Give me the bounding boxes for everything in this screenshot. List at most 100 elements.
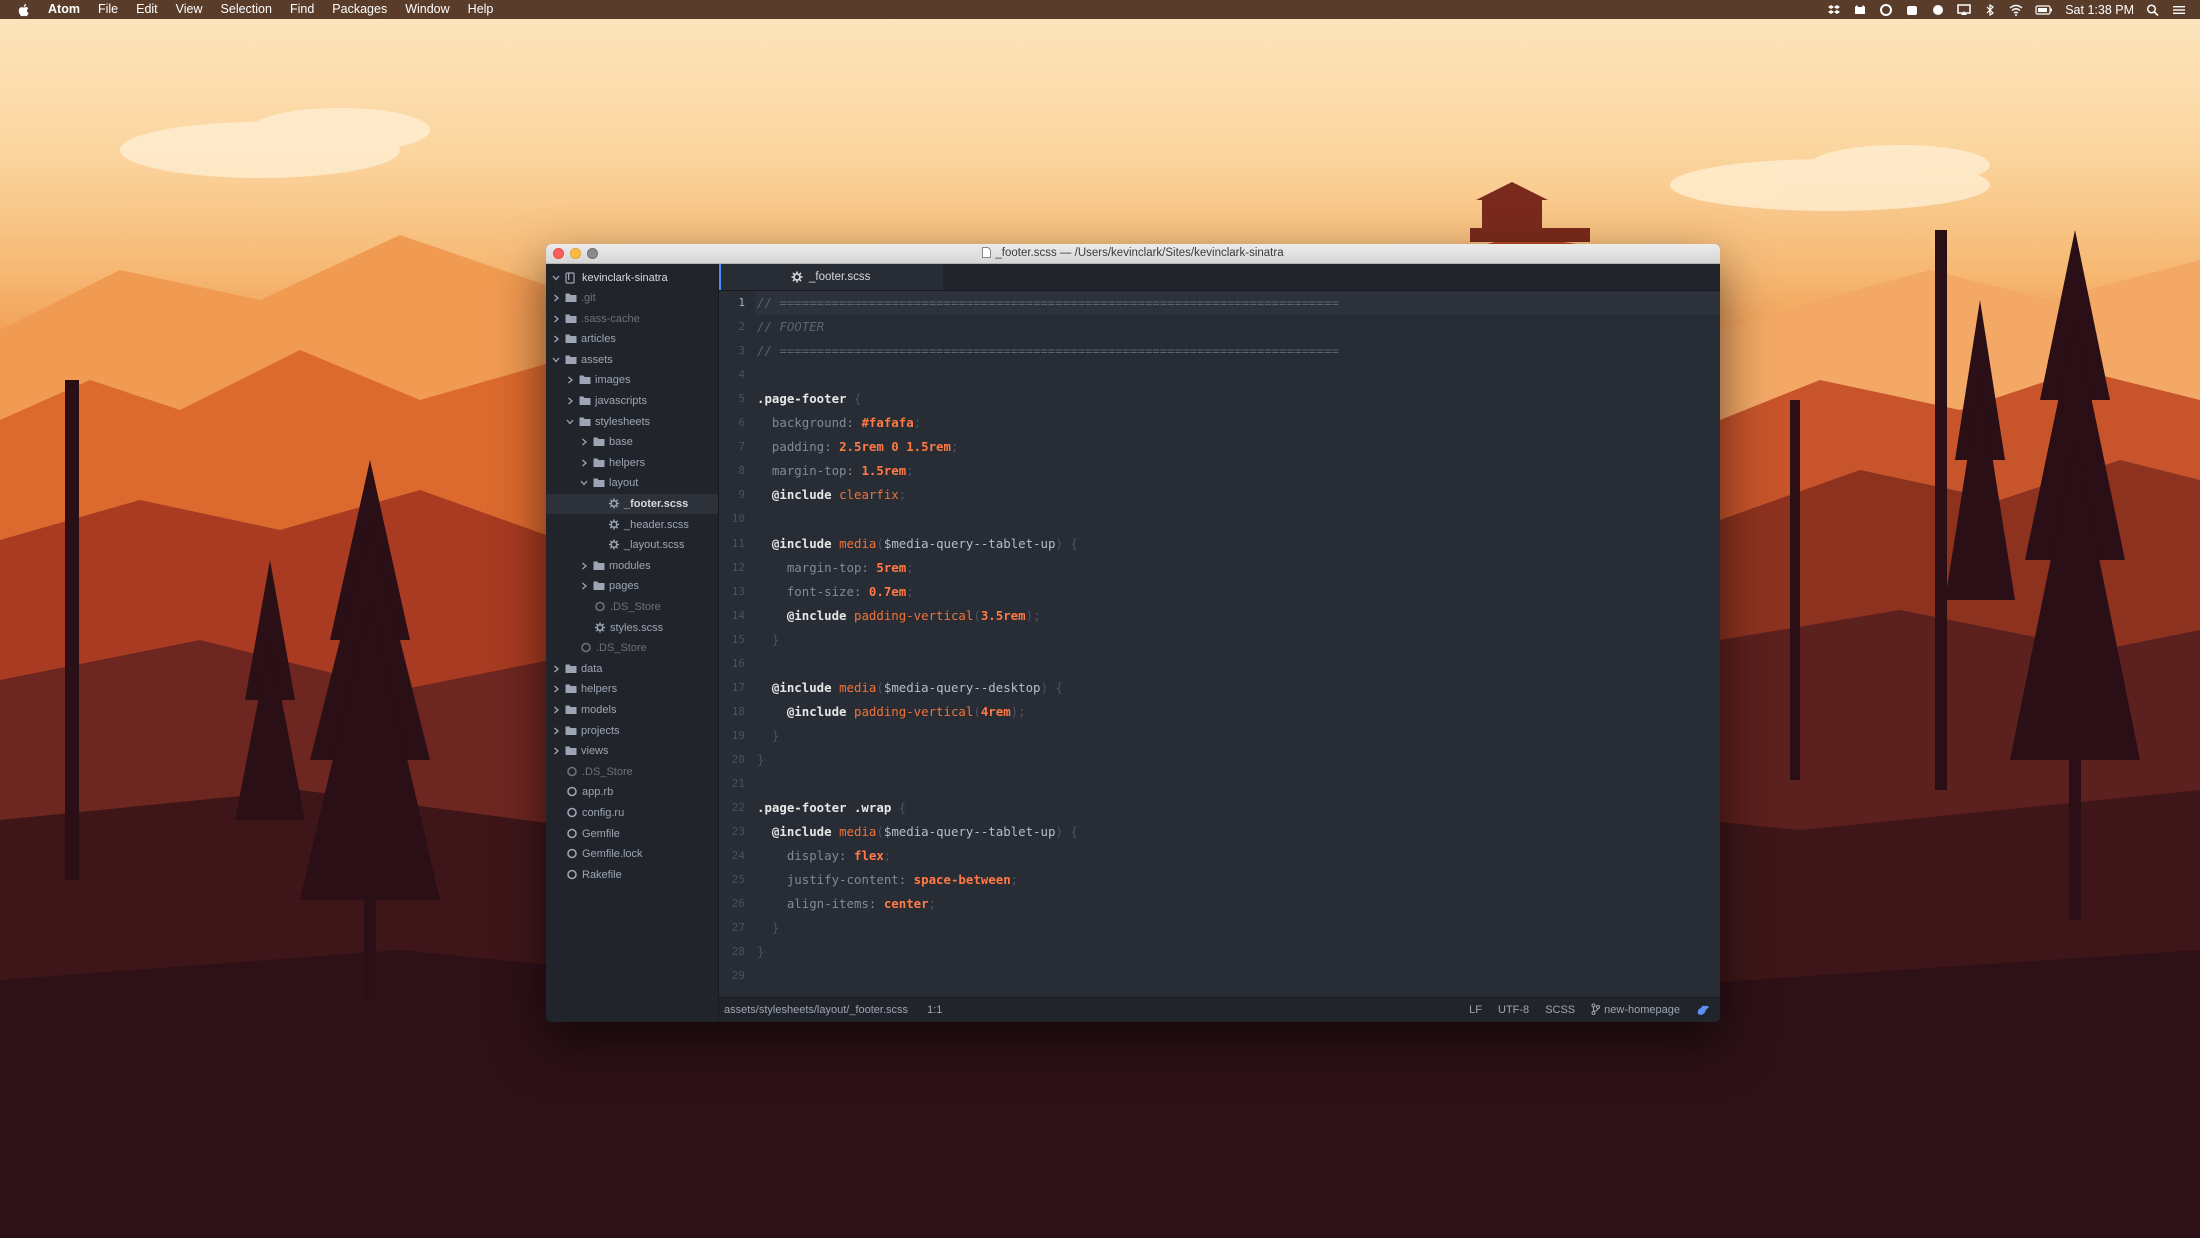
code-line[interactable]: background: #fafafa; (755, 411, 1720, 435)
code-line[interactable]: } (755, 916, 1720, 940)
tree-item-folder[interactable]: articles (546, 329, 718, 349)
tree-item-file[interactable]: config.ru (546, 803, 718, 823)
chevron-right-icon[interactable] (566, 397, 574, 405)
menu-find[interactable]: Find (290, 0, 314, 19)
tree-item-folder[interactable]: images (546, 370, 718, 390)
status-file-path[interactable]: assets/stylesheets/layout/_footer.scss (724, 1004, 908, 1016)
chevron-right-icon[interactable] (566, 376, 574, 384)
tree-item-folder[interactable]: views (546, 741, 718, 761)
chevron-right-icon[interactable] (580, 562, 588, 570)
chevron-right-icon[interactable] (552, 727, 560, 735)
status-git-branch[interactable]: new-homepage (1591, 998, 1680, 1022)
chevron-right-icon[interactable] (580, 582, 588, 590)
code-line[interactable]: @include media($media-query--tablet-up) … (755, 820, 1720, 844)
tree-item-folder[interactable]: .sass-cache (546, 309, 718, 329)
tree-item-folder[interactable]: pages (546, 576, 718, 596)
code-line[interactable]: } (755, 940, 1720, 964)
status-encoding[interactable]: UTF-8 (1498, 998, 1529, 1022)
wifi-icon[interactable] (2009, 4, 2023, 16)
code-line[interactable]: justify-content: space-between; (755, 868, 1720, 892)
code-editor[interactable]: 1 2 3 4 5 6 7 8 9 10 11 12 13 14 15 16 17 18 19 20 21 22 23 24 2… (719, 291, 1720, 998)
code-line[interactable]: // =====================================… (755, 291, 1720, 315)
chevron-right-icon[interactable] (552, 685, 560, 693)
chevron-down-icon[interactable] (566, 418, 574, 426)
code-line[interactable]: .page-footer .wrap { (755, 796, 1720, 820)
menu-window[interactable]: Window (405, 0, 449, 19)
code-line[interactable] (755, 964, 1720, 988)
menu-help[interactable]: Help (468, 0, 494, 19)
tree-item-folder[interactable]: .git (546, 288, 718, 308)
tree-item-file[interactable]: app.rb (546, 782, 718, 802)
status-cursor-position[interactable]: 1:1 (927, 1004, 942, 1016)
tree-item-scss[interactable]: _layout.scss (546, 535, 718, 555)
tree-item-folder[interactable]: assets (546, 350, 718, 370)
tree-item-file[interactable]: Gemfile.lock (546, 844, 718, 864)
tree-item-folder[interactable]: models (546, 700, 718, 720)
code-line[interactable]: @include padding-vertical(3.5rem); (755, 604, 1720, 628)
squirrel-update-icon[interactable] (1696, 1004, 1710, 1016)
tree-item-folder[interactable]: stylesheets (546, 412, 718, 432)
tree-item-scss[interactable]: _header.scss (546, 515, 718, 535)
record-icon[interactable] (1931, 4, 1945, 16)
code-line[interactable]: // FOOTER (755, 315, 1720, 339)
puzzle-icon[interactable] (1905, 4, 1919, 16)
code-line[interactable]: } (755, 748, 1720, 772)
chevron-down-icon[interactable] (580, 479, 588, 487)
sync-icon[interactable] (1879, 3, 1893, 16)
code-line[interactable]: @include clearfix; (755, 483, 1720, 507)
code-line[interactable]: @include media($media-query--tablet-up) … (755, 532, 1720, 556)
code-line[interactable] (755, 652, 1720, 676)
menu-edit[interactable]: Edit (136, 0, 158, 19)
tab-footer-scss[interactable]: _footer.scss (719, 264, 943, 290)
menu-atom[interactable]: Atom (48, 0, 80, 19)
menu-bar-clock[interactable]: Sat 1:38 PM (2065, 3, 2134, 17)
code-line[interactable]: // =====================================… (755, 339, 1720, 363)
menu-view[interactable]: View (176, 0, 203, 19)
code-line[interactable] (755, 507, 1720, 531)
tree-item-folder[interactable]: javascripts (546, 391, 718, 411)
chevron-right-icon[interactable] (552, 294, 560, 302)
code-line[interactable]: @include padding-vertical(4rem); (755, 700, 1720, 724)
tree-item-file[interactable]: .DS_Store (546, 762, 718, 782)
tree-item-scss[interactable]: styles.scss (546, 618, 718, 638)
code-line[interactable]: font-size: 0.7em; (755, 580, 1720, 604)
tree-item-folder[interactable]: helpers (546, 453, 718, 473)
tree-item-folder[interactable]: modules (546, 556, 718, 576)
status-line-ending[interactable]: LF (1469, 998, 1482, 1022)
notification-center-icon[interactable] (2172, 4, 2186, 16)
dropbox-icon[interactable] (1827, 4, 1841, 16)
tree-item-file[interactable]: Gemfile (546, 824, 718, 844)
cat-icon[interactable] (1853, 4, 1867, 16)
status-grammar[interactable]: SCSS (1545, 998, 1575, 1022)
menu-selection[interactable]: Selection (221, 0, 272, 19)
code-line[interactable] (755, 772, 1720, 796)
menu-packages[interactable]: Packages (332, 0, 387, 19)
chevron-right-icon[interactable] (580, 459, 588, 467)
menu-file[interactable]: File (98, 0, 118, 19)
chevron-right-icon[interactable] (552, 706, 560, 714)
code-line[interactable]: } (755, 724, 1720, 748)
tree-item-folder[interactable]: projects (546, 721, 718, 741)
tree-item-folder[interactable]: data (546, 659, 718, 679)
tree-item-folder[interactable]: helpers (546, 679, 718, 699)
code-line[interactable]: margin-top: 1.5rem; (755, 459, 1720, 483)
apple-logo-icon[interactable] (16, 2, 32, 18)
tree-item-file[interactable]: .DS_Store (546, 597, 718, 617)
code-line[interactable]: margin-top: 5rem; (755, 556, 1720, 580)
line-number-gutter[interactable]: 1 2 3 4 5 6 7 8 9 10 11 12 13 14 15 16 17 18 19 20 21 22 23 24 2… (719, 291, 755, 998)
code-line[interactable]: .page-footer { (755, 387, 1720, 411)
tree-item-file[interactable]: .DS_Store (546, 638, 718, 658)
chevron-right-icon[interactable] (580, 438, 588, 446)
code-line[interactable] (755, 363, 1720, 387)
tree-item-file[interactable]: Rakefile (546, 865, 718, 885)
code-line[interactable]: @include media($media-query--desktop) { (755, 676, 1720, 700)
tree-item-folder[interactable]: base (546, 432, 718, 452)
chevron-right-icon[interactable] (552, 747, 560, 755)
code-line[interactable]: } (755, 628, 1720, 652)
tree-item-folder[interactable]: layout (546, 473, 718, 493)
spotlight-search-icon[interactable] (2146, 3, 2160, 16)
bluetooth-icon[interactable] (1983, 3, 1997, 16)
tree-root-project[interactable]: kevinclark-sinatra (546, 268, 718, 288)
code-line[interactable]: display: flex; (755, 844, 1720, 868)
battery-icon[interactable] (2035, 4, 2053, 16)
